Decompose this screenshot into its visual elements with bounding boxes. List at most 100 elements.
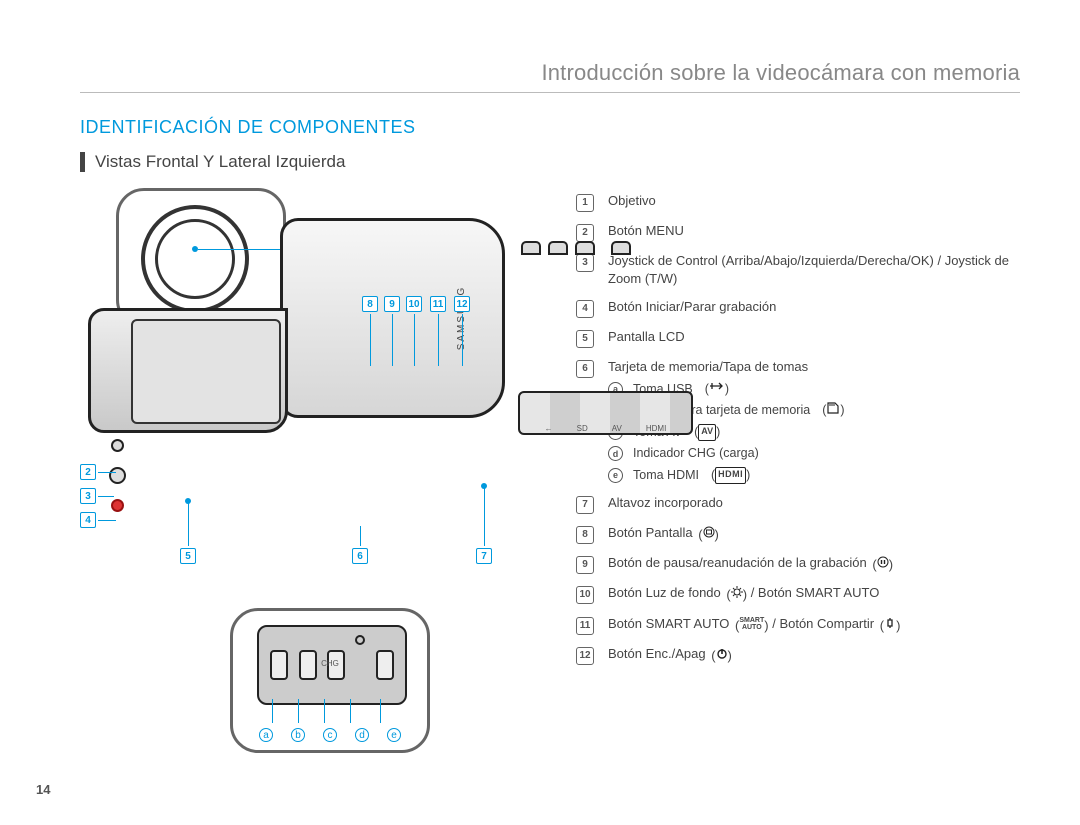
callout-leader [380,699,381,723]
callout-leader [360,526,361,546]
manual-page: Introducción sobre la videocámara con me… [0,0,1080,825]
legend-text-8: Botón Pantalla [608,525,693,540]
chg-led-shape [355,635,365,645]
lens-icon [141,205,249,313]
content-row: 1 ←SDAVHDMI 8 9 10 11 [80,188,1020,753]
callout-leader [462,314,463,366]
callout-11: 11 [430,296,446,312]
callout-10: 10 [406,296,422,312]
callout-8: 8 [362,296,378,312]
letter-badge: d [608,446,623,461]
callout-4: 4 [80,512,96,528]
callout-dot [185,498,191,504]
callout-leader [98,520,116,521]
legend-text-9: Botón de pausa/reanudación de la grabaci… [608,555,867,570]
callout-leader [370,314,371,366]
letter-b: b [291,728,305,742]
av-icon: (AV) [694,424,720,442]
pause-icon: () [872,556,893,574]
chapter-title: Introducción sobre la videocámara con me… [80,60,1020,93]
callout-leader [198,249,290,250]
legend-row-7: 7 Altavoz incorporado [576,494,1020,514]
port-letters-row: a b c d e [233,728,427,742]
legend-text: Botón SMART AUTO (SMARTAUTO) / Botón Com… [608,615,1020,635]
smartauto-icon: (SMARTAUTO) [735,617,769,635]
page-number: 14 [36,782,50,797]
button-8-shape [521,241,541,255]
sub-text: Indicador CHG (carga) [633,445,759,463]
record-button-shape [111,499,124,512]
letter-e: e [387,728,401,742]
legend-text: Botón Enc./Apag () [608,645,1020,665]
callout-leader [484,488,485,546]
num-badge: 7 [576,496,594,514]
power-icon: () [711,647,732,665]
callout-leader [98,472,116,473]
joystick-shape [109,467,126,484]
callout-2: 2 [80,464,96,480]
callout-leader [392,314,393,366]
display-icon: () [698,526,719,544]
section-title: IDENTIFICACIÓN DE COMPONENTES [80,117,1020,138]
sd-icon: () [822,402,844,420]
callout-leader [324,699,325,723]
num-badge: 1 [576,194,594,212]
callout-7: 7 [476,548,492,564]
share-icon: () [880,617,901,635]
num-badge: 8 [576,526,594,544]
callout-leader [414,314,415,366]
callout-leader [350,699,351,723]
usb-icon: () [705,381,729,399]
legend-text: Botón de pausa/reanudación de la grabaci… [608,554,1020,574]
num-badge: 4 [576,300,594,318]
sub-item-d: d Indicador CHG (carga) [608,445,1020,463]
legend-text-12: Botón Enc./Apag [608,646,706,661]
letter-a: a [259,728,273,742]
callout-leader [272,699,273,723]
legend-text: Botón Iniciar/Parar grabación [608,298,1020,316]
legend-text: Botón Luz de fondo () / Botón SMART AUTO [608,584,1020,604]
menu-button-shape [111,439,124,452]
legend-row-10: 10 Botón Luz de fondo () / Botón SMART A… [576,584,1020,604]
num-badge: 12 [576,647,594,665]
callout-leader [98,496,114,497]
num-badge: 6 [576,360,594,378]
chg-label: CHG [233,659,427,668]
lcd-panel-shape [88,308,288,433]
legend: 1 Objetivo 2 Botón MENU 3 Joystick de Co… [576,188,1020,753]
legend-text-10a: Botón Luz de fondo [608,585,721,600]
letter-c: c [323,728,337,742]
legend-text-6: Tarjeta de memoria/Tapa de tomas [608,359,808,374]
camcorder-diagram: 1 ←SDAVHDMI 8 9 10 11 [80,188,540,753]
legend-row-9: 9 Botón de pausa/reanudación de la graba… [576,554,1020,574]
legend-row-5: 5 Pantalla LCD [576,328,1020,348]
legend-text-11b: / Botón Compartir [772,616,874,631]
legend-row-8: 8 Botón Pantalla () [576,524,1020,544]
button-11-shape [611,241,631,255]
legend-text: Objetivo [608,192,1020,210]
legend-text: Botón Pantalla () [608,524,1020,544]
callout-9: 9 [384,296,400,312]
legend-text: Joystick de Control (Arriba/Abajo/Izquie… [608,252,1020,288]
num-badge: 9 [576,556,594,574]
callout-leader [438,314,439,366]
legend-row-1: 1 Objetivo [576,192,1020,212]
num-badge: 3 [576,254,594,272]
legend-text: Pantalla LCD [608,328,1020,346]
sub-item-e: e Toma HDMI (HDMI) [608,467,1020,485]
button-9-shape [548,241,568,255]
callout-12: 12 [454,296,470,312]
legend-row-2: 2 Botón MENU [576,222,1020,242]
legend-row-4: 4 Botón Iniciar/Parar grabación [576,298,1020,318]
callout-leader [298,699,299,723]
sub-text: Toma HDMI [633,467,699,485]
num-badge: 10 [576,586,594,604]
legend-row-3: 3 Joystick de Control (Arriba/Abajo/Izqu… [576,252,1020,288]
callout-6: 6 [352,548,368,564]
hdmi-icon: (HDMI) [711,467,750,485]
legend-row-11: 11 Botón SMART AUTO (SMARTAUTO) / Botón … [576,615,1020,635]
button-10-shape [575,241,595,255]
callout-leader [188,503,189,546]
lens-inset [116,188,286,328]
legend-text-10b: / Botón SMART AUTO [751,585,880,600]
